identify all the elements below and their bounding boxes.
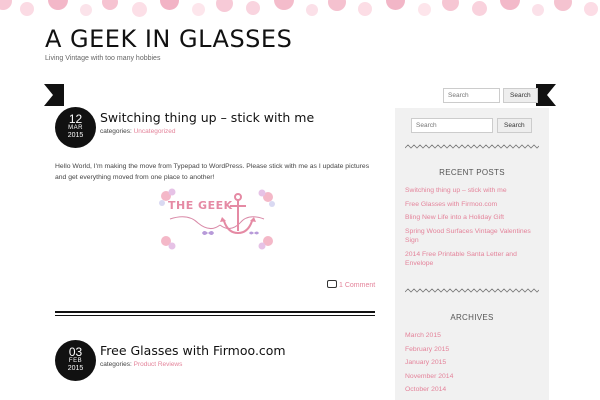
comments-link[interactable]: 1 Comment xyxy=(327,280,376,289)
sidebar-search-button[interactable]: Search xyxy=(497,118,532,133)
header-search-form: Search xyxy=(443,88,538,103)
post-date-year: 2015 xyxy=(67,365,84,372)
svg-text:THE GEEK: THE GEEK xyxy=(168,199,233,212)
post-date-month: MAR xyxy=(68,125,83,131)
polka-dot-banner xyxy=(0,0,600,22)
recent-post-link[interactable]: Switching thing up – stick with me xyxy=(405,186,539,196)
sidebar: Search RECENT POSTS Switching thing up –… xyxy=(395,108,549,400)
post-date-year: 2015 xyxy=(67,132,84,139)
header-search-button[interactable]: Search xyxy=(503,88,538,103)
ribbon-flag-left xyxy=(44,84,64,106)
post-excerpt: Hello World, I'm making the move from Ty… xyxy=(55,163,370,181)
post-title-link[interactable]: Switching thing up – stick with me xyxy=(100,110,314,125)
zigzag-divider xyxy=(405,144,539,149)
zigzag-divider xyxy=(405,288,539,293)
post-date-day: 03 xyxy=(68,345,83,359)
comments-count: 1 Comment xyxy=(339,281,376,289)
site-tagline: Living Vintage with too many hobbies xyxy=(45,55,161,62)
category-link[interactable]: Uncategorized xyxy=(134,128,176,135)
ribbon-flag-right xyxy=(536,84,556,106)
recent-post-link[interactable]: Free Glasses with Firmoo.com xyxy=(405,200,539,210)
comment-bubble-icon xyxy=(327,280,337,288)
archive-link[interactable]: January 2015 xyxy=(405,358,539,368)
header-search-input[interactable] xyxy=(443,88,500,103)
the-geek-anchor-image[interactable]: THE GEEK xyxy=(158,187,276,251)
archive-link[interactable]: February 2015 xyxy=(405,345,539,355)
recent-post-link[interactable]: Spring Wood Surfaces Vintage Valentines … xyxy=(405,227,539,246)
sidebar-search-input[interactable] xyxy=(411,118,493,133)
recent-post-link[interactable]: Bling New Life into a Holiday Gift xyxy=(405,213,539,223)
post-date-badge: 03 FEB 2015 xyxy=(55,340,96,381)
post-date-day: 12 xyxy=(68,112,83,126)
recent-posts-list: Switching thing up – stick with me Free … xyxy=(405,186,539,273)
archives-list: March 2015 February 2015 January 2015 No… xyxy=(405,331,539,399)
post-title-link[interactable]: Free Glasses with Firmoo.com xyxy=(100,343,286,358)
category-link[interactable]: Product Reviews xyxy=(134,361,183,368)
post-divider xyxy=(55,311,375,316)
site-title[interactable]: A GEEK IN GLASSES xyxy=(45,25,292,53)
archive-link[interactable]: October 2014 xyxy=(405,385,539,395)
recent-post-link[interactable]: 2014 Free Printable Santa Letter and Env… xyxy=(405,250,539,269)
categories-label: categories: xyxy=(100,128,132,135)
sidebar-search-form: Search xyxy=(411,118,532,133)
post-date-badge: 12 MAR 2015 xyxy=(55,107,96,148)
categories-label: categories: xyxy=(100,361,132,368)
post-date-month: FEB xyxy=(68,358,83,364)
post-categories: categories: Uncategorized xyxy=(100,128,176,135)
archive-link[interactable]: March 2015 xyxy=(405,331,539,341)
recent-posts-title: RECENT POSTS xyxy=(439,168,505,177)
archive-link[interactable]: November 2014 xyxy=(405,372,539,382)
archives-title: ARCHIVES xyxy=(450,313,494,322)
post-categories: categories: Product Reviews xyxy=(100,361,182,368)
